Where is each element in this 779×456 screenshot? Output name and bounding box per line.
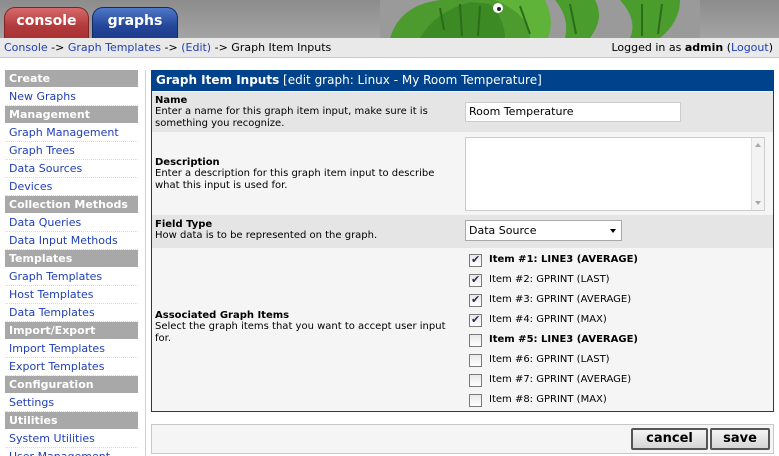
login-prefix: Logged in as [611, 41, 685, 54]
graph-item-inputs-form: Graph Item Inputs [edit graph: Linux - M… [151, 70, 774, 412]
breadcrumb-separator: -> [161, 41, 182, 54]
textarea-scrollbar[interactable] [751, 138, 764, 210]
sidebar-item-host-templates[interactable]: Host Templates [5, 286, 138, 304]
breadcrumb-separator: -> [47, 41, 68, 54]
breadcrumb: Console -> Graph Templates -> (Edit) -> … [4, 41, 331, 54]
scroll-up-arrow-icon[interactable] [755, 143, 761, 147]
graph-items-label: Associated Graph Items [155, 310, 290, 321]
login-username: admin [684, 41, 724, 54]
logout-link[interactable]: Logout [731, 41, 769, 54]
login-status: Logged in as admin (Logout) [611, 41, 773, 54]
sidebar-section-utilities: Utilities [5, 412, 138, 430]
sidebar-item-graph-trees[interactable]: Graph Trees [5, 142, 138, 160]
sidebar-item-devices[interactable]: Devices [5, 178, 138, 196]
graph-items-label-block: Associated Graph Items Select the graph … [155, 310, 455, 345]
scroll-down-arrow-icon[interactable] [755, 201, 761, 205]
login-paren-open: ( [723, 41, 732, 54]
sidebar-section-collection-methods: Collection Methods [5, 196, 138, 214]
graph-item-label: Item #8: GPRINT (MAX) [489, 394, 607, 405]
chevron-down-icon [610, 229, 616, 233]
sidebar-section-import-export: Import/Export [5, 322, 138, 340]
graph-item-checkbox[interactable] [469, 253, 482, 267]
breadcrumb-graph-templates[interactable]: Graph Templates [68, 41, 161, 54]
graph-item-checkbox[interactable] [469, 354, 482, 367]
field-type-value: Data Source [469, 224, 537, 237]
sidebar-item-data-sources[interactable]: Data Sources [5, 160, 138, 178]
name-label: Name [155, 95, 188, 106]
sidebar-item-user-management[interactable]: User Management [5, 448, 138, 456]
sidebar-section-management: Management [5, 106, 138, 124]
description-row: Description Enter a description for this… [152, 132, 773, 215]
navigation-bar: Console -> Graph Templates -> (Edit) -> … [0, 38, 779, 58]
sidebar-item-import-templates[interactable]: Import Templates [5, 340, 138, 358]
sidebar-menu: Create New Graphs Management Graph Manageme… [0, 70, 146, 456]
login-paren-close: ) [768, 41, 773, 54]
graph-item-label: Item #4: GPRINT (MAX) [489, 314, 607, 325]
description-label-block: Description Enter a description for this… [155, 157, 455, 192]
graph-item-label: Item #6: GPRINT (LAST) [489, 354, 610, 365]
field-type-select[interactable]: Data Source [465, 220, 622, 241]
sidebar-item-data-queries[interactable]: Data Queries [5, 214, 138, 232]
sidebar-item-settings[interactable]: Settings [5, 394, 138, 412]
form-title: Graph Item Inputs [156, 73, 280, 87]
graph-item-checkbox[interactable] [469, 293, 482, 307]
field-type-label-block: Field Type How data is to be represented… [155, 219, 455, 242]
breadcrumb-edit[interactable]: (Edit) [181, 41, 211, 54]
field-type-label: Field Type [155, 219, 213, 230]
cactus-logo [380, 0, 700, 38]
sidebar-item-data-input-methods[interactable]: Data Input Methods [5, 232, 138, 250]
name-description: Enter a name for this graph item input, … [155, 106, 428, 129]
breadcrumb-current: Graph Item Inputs [231, 41, 332, 54]
graph-item-checkbox[interactable] [469, 374, 482, 387]
graph-item-checkbox[interactable] [469, 334, 482, 347]
name-label-block: Name Enter a name for this graph item in… [155, 95, 455, 130]
description-description: Enter a description for this graph item … [155, 168, 435, 191]
sidebar-item-graph-templates[interactable]: Graph Templates [5, 268, 138, 286]
sidebar-item-export-templates[interactable]: Export Templates [5, 358, 138, 376]
sidebar-item-graph-management[interactable]: Graph Management [5, 124, 138, 142]
field-type-description: How data is to be represented on the gra… [155, 230, 378, 241]
name-input[interactable]: Room Temperature [465, 102, 681, 122]
button-bar: cancel save [151, 424, 774, 454]
graph-item-checkbox[interactable] [469, 394, 482, 407]
description-textarea[interactable] [465, 137, 765, 211]
graph-item-checkbox[interactable] [469, 313, 482, 327]
graph-item-label: Item #3: GPRINT (AVERAGE) [489, 294, 632, 305]
graph-item-checkbox[interactable] [469, 273, 482, 287]
description-label: Description [155, 157, 220, 168]
breadcrumb-console[interactable]: Console [4, 41, 48, 54]
sidebar-section-create: Create [5, 70, 138, 88]
field-type-row: Field Type How data is to be represented… [152, 215, 773, 248]
save-button[interactable]: save [710, 428, 770, 450]
tab-console[interactable]: console [4, 7, 89, 38]
sidebar-section-templates: Templates [5, 250, 138, 268]
graph-item-label: Item #5: LINE3 (AVERAGE) [489, 334, 638, 345]
sidebar-item-data-templates[interactable]: Data Templates [5, 304, 138, 322]
graph-item-label: Item #7: GPRINT (AVERAGE) [489, 374, 632, 385]
top-banner: console graphs [0, 0, 779, 38]
breadcrumb-separator: -> [211, 41, 232, 54]
form-subtitle: [edit graph: Linux - My Room Temperature… [279, 73, 542, 87]
graph-item-label: Item #2: GPRINT (LAST) [489, 274, 610, 285]
sidebar-item-new-graphs[interactable]: New Graphs [5, 88, 138, 106]
cancel-button[interactable]: cancel [631, 428, 708, 450]
graph-items-description: Select the graph items that you want to … [155, 321, 446, 344]
sidebar-item-system-utilities[interactable]: System Utilities [5, 430, 138, 448]
graph-item-label: Item #1: LINE3 (AVERAGE) [489, 254, 638, 265]
graph-items-row: Associated Graph Items Select the graph … [152, 248, 773, 411]
tab-graphs[interactable]: graphs [92, 7, 178, 38]
form-title-bar: Graph Item Inputs [edit graph: Linux - M… [152, 71, 773, 91]
sidebar-section-configuration: Configuration [5, 376, 138, 394]
name-row: Name Enter a name for this graph item in… [152, 92, 773, 132]
